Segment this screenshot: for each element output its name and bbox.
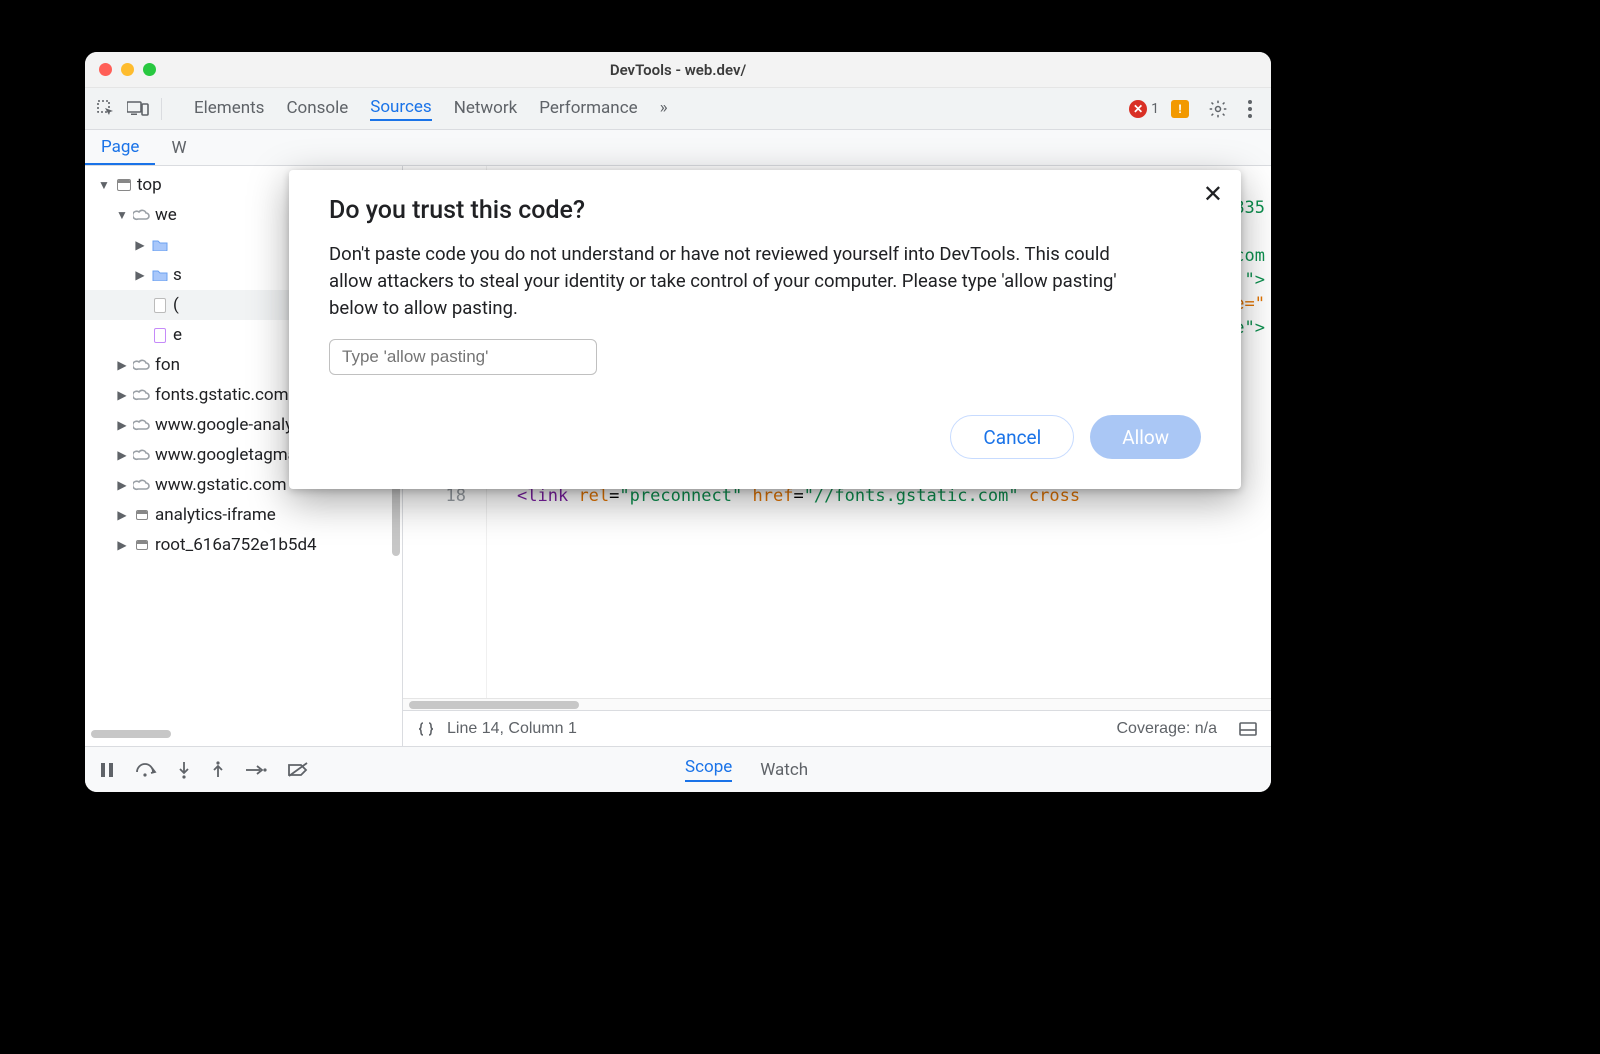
- page-icon: [151, 296, 169, 314]
- error-badge[interactable]: ✕1: [1129, 100, 1159, 118]
- tree-item-label: root_616a752e1b5d4: [155, 535, 317, 555]
- error-icon: ✕: [1129, 100, 1147, 118]
- show-drawer-icon[interactable]: [1239, 722, 1257, 736]
- step-over-icon[interactable]: [135, 762, 157, 778]
- tree-item[interactable]: ▶ root_616a752e1b5d4: [85, 530, 402, 560]
- folder-icon: [151, 236, 169, 254]
- pause-icon[interactable]: [99, 762, 115, 778]
- device-toolbar-icon[interactable]: [125, 96, 151, 122]
- main-toolbar: Elements Console Sources Network Perform…: [85, 88, 1271, 130]
- disclosure-arrow[interactable]: ▶: [133, 268, 147, 282]
- dialog-actions: Cancel Allow: [329, 415, 1201, 459]
- issue-badges: ✕1 !1: [1129, 100, 1189, 118]
- step-icon[interactable]: [245, 764, 267, 776]
- tree-item-label: s: [173, 265, 182, 285]
- devtools-window: DevTools - web.dev/ Elements Console Sou…: [85, 52, 1271, 792]
- panel-tabs: Elements Console Sources Network Perform…: [194, 97, 1123, 121]
- disclosure-arrow[interactable]: ▶: [115, 538, 129, 552]
- settings-icon[interactable]: [1205, 96, 1231, 122]
- cloud-icon: [133, 476, 151, 494]
- pretty-print-icon[interactable]: [417, 720, 435, 738]
- close-icon[interactable]: ✕: [1203, 182, 1223, 206]
- maximize-window-button[interactable]: [143, 63, 156, 76]
- disclosure-arrow[interactable]: ▼: [115, 208, 129, 222]
- disclosure-arrow[interactable]: ▶: [115, 448, 129, 462]
- editor-hscrollbar[interactable]: [403, 698, 1271, 710]
- subtab-page[interactable]: Page: [85, 130, 155, 165]
- disclosure-arrow[interactable]: ▶: [115, 388, 129, 402]
- disclosure-arrow[interactable]: ▼: [97, 178, 111, 192]
- trust-code-dialog: ✕ Do you trust this code? Don't paste co…: [289, 170, 1241, 489]
- disclosure-arrow[interactable]: ▶: [115, 358, 129, 372]
- titlebar: DevTools - web.dev/: [85, 52, 1271, 88]
- disclosure-arrow[interactable]: ▶: [115, 508, 129, 522]
- frame-icon: [133, 506, 151, 524]
- allow-pasting-input[interactable]: [329, 339, 597, 375]
- more-menu-icon[interactable]: [1237, 96, 1263, 122]
- cloud-icon: [133, 386, 151, 404]
- cloud-icon: [133, 206, 151, 224]
- separator: [161, 98, 162, 120]
- disclosure-arrow[interactable]: ▶: [115, 478, 129, 492]
- tree-item[interactable]: ▶ analytics-iframe: [85, 500, 402, 530]
- debug-tab-watch[interactable]: Watch: [760, 760, 808, 780]
- tab-console[interactable]: Console: [286, 98, 348, 120]
- tab-performance[interactable]: Performance: [539, 98, 637, 120]
- tabs-overflow-icon[interactable]: »: [660, 98, 668, 120]
- coverage-status: Coverage: n/a: [1116, 720, 1217, 738]
- editor-statusbar: Line 14, Column 1 Coverage: n/a: [403, 710, 1271, 746]
- error-count: 1: [1151, 101, 1159, 117]
- cancel-button[interactable]: Cancel: [950, 415, 1074, 459]
- cursor-position: Line 14, Column 1: [447, 720, 577, 738]
- tree-item-label: e: [173, 325, 182, 345]
- tree-item-label: www.gstatic.com: [155, 475, 286, 495]
- tree-item-label: fonts.gstatic.com: [155, 385, 289, 405]
- tab-elements[interactable]: Elements: [194, 98, 264, 120]
- tab-sources[interactable]: Sources: [370, 97, 431, 121]
- debugger-bar: Scope Watch: [85, 746, 1271, 792]
- cloud-icon: [133, 446, 151, 464]
- warning-badge[interactable]: !1: [1171, 100, 1189, 118]
- window-title: DevTools - web.dev/: [85, 61, 1271, 79]
- debugger-controls: [85, 747, 625, 792]
- cloud-icon: [133, 356, 151, 374]
- cloud-icon: [133, 416, 151, 434]
- tree-item-label: top: [137, 175, 162, 195]
- minimize-window-button[interactable]: [121, 63, 134, 76]
- debugger-tabs: Scope Watch: [625, 747, 1271, 792]
- allow-button[interactable]: Allow: [1090, 415, 1201, 459]
- tree-item-label: analytics-iframe: [155, 505, 276, 525]
- tab-network[interactable]: Network: [454, 98, 518, 120]
- frame-icon: [133, 536, 151, 554]
- debug-tab-scope[interactable]: Scope: [685, 757, 732, 782]
- folder-icon: [151, 266, 169, 284]
- disclosure-arrow[interactable]: ▶: [115, 418, 129, 432]
- editor-hscroll-thumb[interactable]: [409, 701, 579, 709]
- step-out-icon[interactable]: [211, 761, 225, 779]
- tree-item-label: we: [155, 205, 177, 225]
- traffic-lights: [85, 63, 156, 76]
- warning-icon: !: [1171, 100, 1189, 118]
- tree-item-label: (: [173, 295, 179, 315]
- tree-item-label: fon: [155, 355, 180, 375]
- disclosure-arrow[interactable]: ▶: [133, 238, 147, 252]
- page-icon: [151, 326, 169, 344]
- sources-subtoolbar: Page W: [85, 130, 1271, 166]
- subtab-workspace[interactable]: W: [155, 130, 202, 165]
- sidebar-hscrollbar[interactable]: [91, 730, 171, 738]
- close-window-button[interactable]: [99, 63, 112, 76]
- dialog-title: Do you trust this code?: [329, 196, 1201, 225]
- deactivate-breakpoints-icon[interactable]: [287, 762, 309, 778]
- frame-icon: [115, 176, 133, 194]
- dialog-body: Don't paste code you do not understand o…: [329, 241, 1119, 321]
- inspect-element-icon[interactable]: [93, 96, 119, 122]
- step-into-icon[interactable]: [177, 761, 191, 779]
